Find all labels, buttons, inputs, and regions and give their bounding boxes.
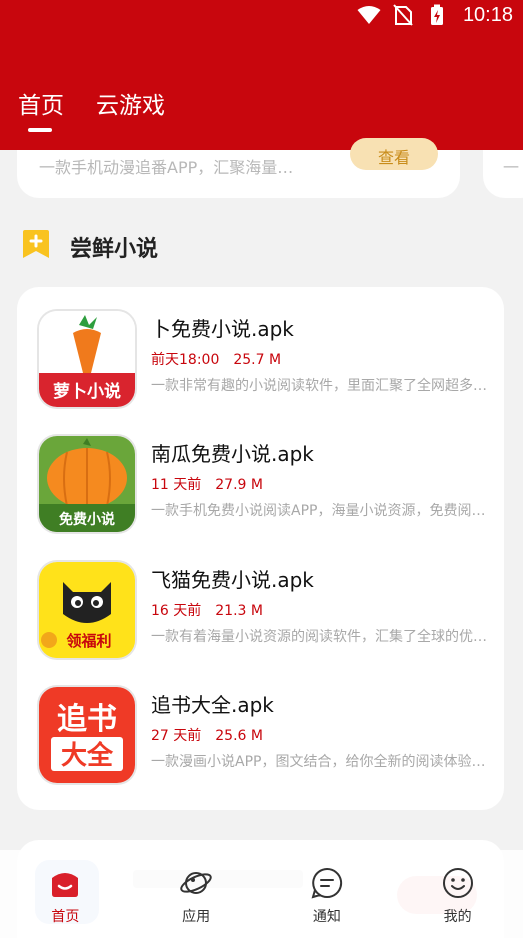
app-meta: 27 天前 25.6 M bbox=[151, 725, 263, 745]
header: 10:18 首页 云游戏 bbox=[0, 0, 523, 150]
list-item[interactable]: 追书 大全 追书大全.apk 27 天前 25.6 M 一款漫画小说APP，图文结… bbox=[39, 687, 499, 787]
smile-icon bbox=[441, 866, 475, 904]
next-column-card[interactable]: 一 bbox=[483, 150, 523, 198]
app-icon-text: 大全 bbox=[61, 740, 114, 771]
list-item[interactable]: 萝卜小说 卜免费小说.apk 前天18:00 25.7 M 一款非常有趣的小说阅读… bbox=[39, 311, 499, 411]
app-size: 21.3 M bbox=[215, 603, 263, 619]
top-tabs: 首页 云游戏 bbox=[18, 86, 165, 132]
app-icon-text: 领福利 bbox=[65, 632, 111, 650]
app-icon-zhuishu: 追书 大全 bbox=[39, 687, 135, 783]
app-meta: 16 天前 21.3 M bbox=[151, 600, 263, 620]
nav-apps[interactable]: 应用 bbox=[151, 866, 241, 938]
previous-app-card[interactable]: 一款手机动漫追番APP，汇聚海量… 查看 bbox=[17, 138, 460, 198]
app-meta: 11 天前 27.9 M bbox=[151, 474, 263, 494]
app-size: 25.6 M bbox=[215, 728, 263, 744]
app-desc: 一款有着海量小说资源的阅读软件，汇集了全球的优… bbox=[151, 629, 487, 645]
novel-app-list: 萝卜小说 卜免费小说.apk 前天18:00 25.7 M 一款非常有趣的小说阅读… bbox=[17, 287, 504, 810]
app-desc: 一款手机免费小说阅读APP，海量小说资源，免费阅… bbox=[151, 503, 486, 519]
bookmark-star-icon bbox=[22, 230, 50, 264]
no-sim-icon bbox=[391, 3, 415, 27]
previous-app-desc: 一款手机动漫追番APP，汇聚海量… bbox=[39, 158, 294, 177]
nav-profile[interactable]: 我的 bbox=[413, 866, 503, 938]
app-name: 卜免费小说.apk bbox=[151, 317, 294, 341]
app-size: 25.7 M bbox=[233, 352, 282, 368]
view-button[interactable]: 查看 bbox=[350, 138, 438, 170]
app-name: 飞猫免费小说.apk bbox=[151, 568, 314, 592]
app-icon-text: 追书 bbox=[57, 702, 117, 737]
app-desc: 一款非常有趣的小说阅读软件，里面汇聚了全网超多… bbox=[151, 378, 487, 394]
app-icon-luobo: 萝卜小说 bbox=[39, 311, 135, 407]
nav-label: 首页 bbox=[51, 909, 80, 925]
wifi-icon bbox=[357, 3, 381, 27]
tab-cloud-games[interactable]: 云游戏 bbox=[96, 86, 165, 120]
battery-charging-icon bbox=[425, 3, 449, 27]
app-name: 南瓜免费小说.apk bbox=[151, 442, 314, 466]
app-meta: 前天18:00 25.7 M bbox=[151, 349, 281, 369]
app-icon-feimao: 领福利 bbox=[39, 562, 135, 658]
nav-label: 应用 bbox=[182, 909, 211, 925]
nav-home[interactable]: 首页 bbox=[20, 866, 110, 938]
planet-icon bbox=[179, 866, 213, 904]
list-item[interactable]: 领福利 飞猫免费小说.apk 16 天前 21.3 M 一款有着海量小说资源的阅读… bbox=[39, 562, 499, 662]
nav-label: 通知 bbox=[312, 909, 341, 925]
app-date: 11 天前 bbox=[151, 477, 202, 493]
message-icon bbox=[310, 866, 344, 904]
app-name: 追书大全.apk bbox=[151, 693, 274, 717]
app-desc: 一款漫画小说APP，图文结合，给你全新的阅读体验… bbox=[151, 754, 486, 770]
status-bar: 10:18 bbox=[357, 0, 523, 30]
app-size: 27.9 M bbox=[215, 477, 263, 493]
bottom-nav: 首页 应用 通知 我的 bbox=[0, 850, 523, 938]
tab-home[interactable]: 首页 bbox=[18, 86, 64, 132]
app-date: 16 天前 bbox=[151, 603, 202, 619]
section-title: 尝鲜小说 bbox=[70, 237, 159, 262]
app-icon-text: 免费小说 bbox=[59, 511, 115, 528]
app-icon-text: 萝卜小说 bbox=[53, 381, 121, 402]
app-date: 27 天前 bbox=[151, 728, 202, 744]
section-header: 尝鲜小说 bbox=[22, 230, 158, 264]
status-time: 10:18 bbox=[462, 3, 513, 26]
home-icon bbox=[48, 866, 82, 904]
nav-notifications[interactable]: 通知 bbox=[282, 866, 372, 938]
app-icon-pumpkin: 免费小说 bbox=[39, 436, 135, 532]
nav-label: 我的 bbox=[443, 909, 472, 925]
app-date: 前天18:00 bbox=[151, 352, 220, 368]
list-item[interactable]: 免费小说 南瓜免费小说.apk 11 天前 27.9 M 一款手机免费小说阅读AP… bbox=[39, 436, 499, 536]
